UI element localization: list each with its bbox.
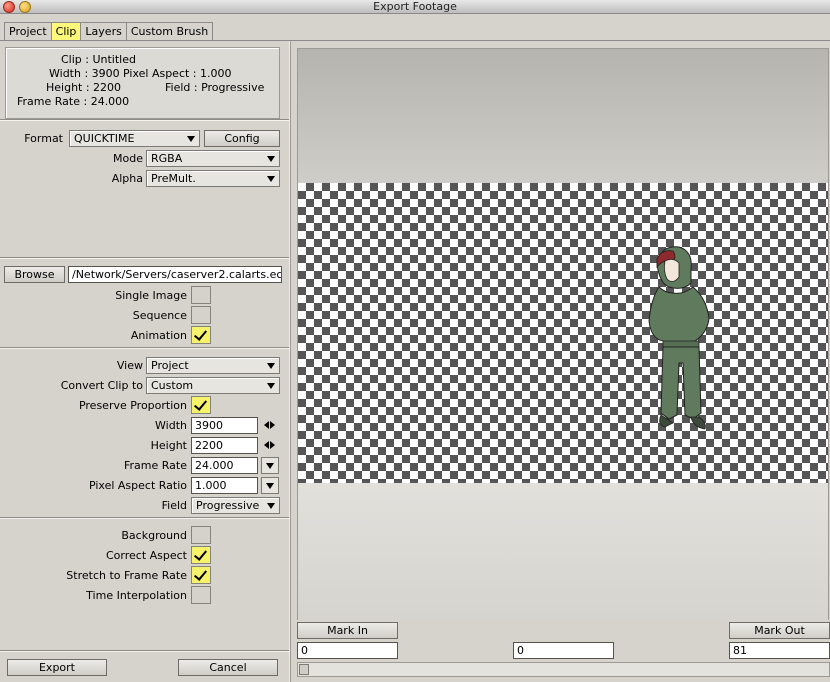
transparency-checkerboard <box>298 183 828 483</box>
single-image-checkbox[interactable] <box>191 286 211 304</box>
format-dropdown[interactable]: QUICKTIME <box>69 130 200 147</box>
clip-pixel-aspect-text: Pixel Aspect : 1.000 <box>123 67 232 80</box>
viewer-top-area <box>298 49 828 183</box>
chevron-down-icon <box>267 176 275 182</box>
background-checkbox[interactable] <box>191 526 211 544</box>
convert-clip-label: Convert Clip to <box>60 379 143 392</box>
tab-project[interactable]: Project <box>4 22 52 40</box>
convert-clip-value: Custom <box>151 379 194 392</box>
mode-label: Mode <box>113 152 143 165</box>
height-label: Height <box>150 439 187 452</box>
mark-in-field[interactable]: 0 <box>297 642 398 659</box>
chevron-down-icon <box>267 383 275 389</box>
frame-rate-label: Frame Rate <box>124 459 187 472</box>
alpha-value: PreMult. <box>151 172 196 185</box>
sequence-label: Sequence <box>132 309 187 322</box>
output-path-field[interactable]: /Network/Servers/caserver2.calarts.ec <box>68 266 282 283</box>
clip-field-text: Field : Progressive <box>165 81 265 94</box>
mark-in-button[interactable]: Mark In <box>297 622 398 639</box>
viewer-bottom-area <box>298 483 828 620</box>
alpha-label: Alpha <box>111 172 143 185</box>
field-dropdown[interactable]: Progressive <box>191 497 280 514</box>
width-label: Width <box>155 419 187 432</box>
clip-width-text: Width : 3900 <box>49 67 120 80</box>
panel-divider[interactable] <box>289 41 291 682</box>
timeline-scrollbar[interactable] <box>297 662 830 677</box>
chevron-down-icon <box>267 156 275 162</box>
frame-rate-field[interactable]: 24.000 <box>191 457 258 474</box>
window-title: Export Footage <box>373 0 457 13</box>
preserve-proportion-checkbox[interactable] <box>191 396 211 414</box>
separator <box>0 517 289 519</box>
separator <box>0 119 289 121</box>
preserve-proportion-label: Preserve Proportion <box>78 399 187 412</box>
animation-label: Animation <box>130 329 187 342</box>
animation-checkbox[interactable] <box>191 326 211 344</box>
time-interpolation-label: Time Interpolation <box>86 589 187 602</box>
tab-custom-brush[interactable]: Custom Brush <box>125 22 214 40</box>
alpha-dropdown[interactable]: PreMult. <box>146 170 280 187</box>
stretch-frame-rate-checkbox[interactable] <box>191 566 211 584</box>
character-figure-image <box>648 246 710 430</box>
field-label: Field <box>161 499 187 512</box>
separator <box>0 347 289 349</box>
clip-info-box: Clip : Untitled Width : 3900 Pixel Aspec… <box>5 47 280 119</box>
field-value: Progressive <box>196 499 260 512</box>
sequence-checkbox[interactable] <box>191 306 211 324</box>
chevron-down-icon <box>267 363 275 369</box>
separator <box>0 650 289 652</box>
config-button[interactable]: Config <box>204 130 280 147</box>
mode-value: RGBA <box>151 152 183 165</box>
cancel-button[interactable]: Cancel <box>178 659 278 676</box>
time-interpolation-checkbox[interactable] <box>191 586 211 604</box>
pixel-aspect-ratio-label: Pixel Aspect Ratio <box>88 479 187 492</box>
width-field[interactable]: 3900 <box>191 417 258 434</box>
pixel-aspect-dropdown-icon[interactable] <box>261 477 279 494</box>
correct-aspect-label: Correct Aspect <box>105 549 187 562</box>
browse-button[interactable]: Browse <box>4 266 65 283</box>
clip-height-text: Height : 2200 <box>46 81 122 94</box>
convert-clip-dropdown[interactable]: Custom <box>146 377 280 394</box>
clip-frame-rate-text: Frame Rate : 24.000 <box>17 95 130 108</box>
title-bar: Export Footage <box>0 0 830 14</box>
format-label: Format <box>24 132 63 145</box>
mode-dropdown[interactable]: RGBA <box>146 150 280 167</box>
stretch-frame-rate-label: Stretch to Frame Rate <box>66 569 187 582</box>
frame-rate-dropdown-icon[interactable] <box>261 457 279 474</box>
background-label: Background <box>121 529 187 542</box>
current-frame-field[interactable]: 0 <box>513 642 614 659</box>
export-settings-panel: Clip : Untitled Width : 3900 Pixel Aspec… <box>0 41 289 682</box>
tab-layers[interactable]: Layers <box>80 22 127 40</box>
view-label: View <box>116 359 143 372</box>
format-value: QUICKTIME <box>74 132 135 145</box>
timeline-scroll-thumb[interactable] <box>299 664 309 675</box>
height-stepper-icon[interactable] <box>264 440 276 450</box>
preview-viewer <box>297 48 829 620</box>
correct-aspect-checkbox[interactable] <box>191 546 211 564</box>
export-button[interactable]: Export <box>7 659 107 676</box>
tab-bar: Project Clip Layers Custom Brush <box>4 22 214 40</box>
single-image-label: Single Image <box>115 289 187 302</box>
chevron-down-icon <box>267 503 275 509</box>
mark-out-field[interactable]: 81 <box>729 642 830 659</box>
height-field[interactable]: 2200 <box>191 437 258 454</box>
width-stepper-icon[interactable] <box>264 420 276 430</box>
clip-name-text: Clip : Untitled <box>61 53 136 66</box>
chevron-down-icon <box>187 136 195 142</box>
mark-out-button[interactable]: Mark Out <box>729 622 830 639</box>
view-value: Project <box>151 359 189 372</box>
separator <box>0 257 289 259</box>
pixel-aspect-ratio-field[interactable]: 1.000 <box>191 477 258 494</box>
view-dropdown[interactable]: Project <box>146 357 280 374</box>
tab-clip[interactable]: Clip <box>50 22 82 40</box>
